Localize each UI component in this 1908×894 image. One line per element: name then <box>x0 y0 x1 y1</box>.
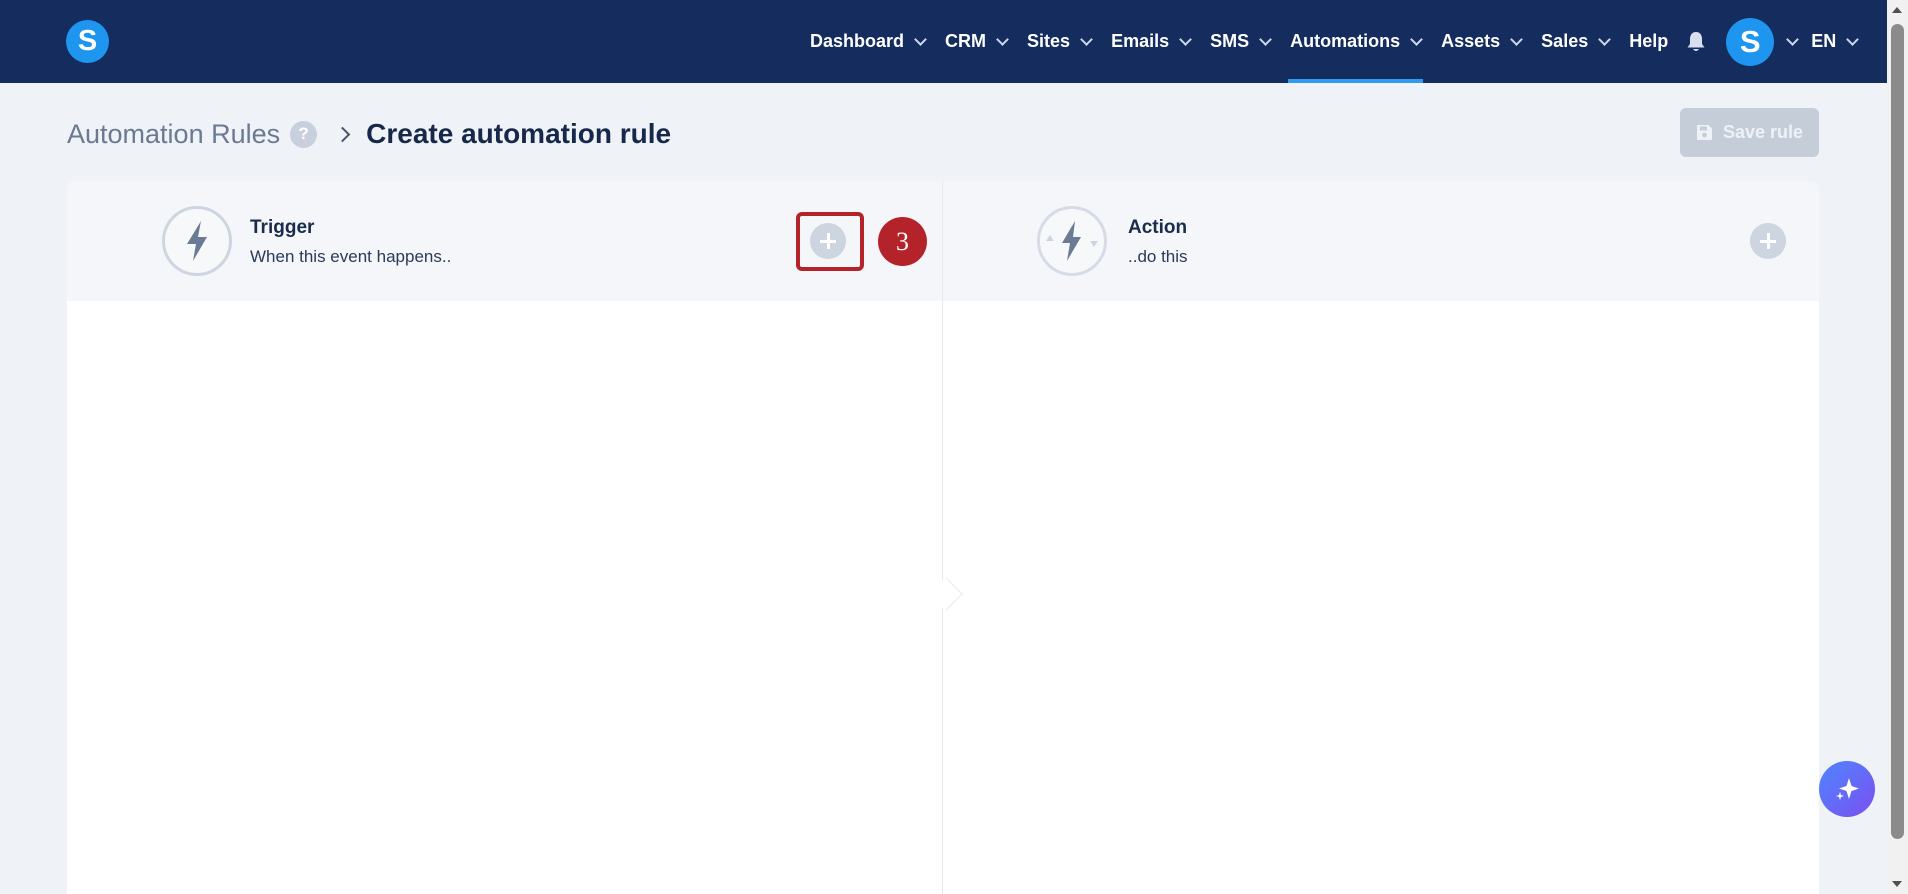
nav-item-label: Assets <box>1441 31 1501 51</box>
action-header: Action ..do this <box>943 181 1819 301</box>
chevron-down-icon <box>1259 32 1272 46</box>
vertical-scrollbar[interactable] <box>1887 0 1908 894</box>
trigger-title: Trigger <box>250 217 315 238</box>
save-rule-label: Save rule <box>1722 122 1804 142</box>
chevron-right-icon <box>334 126 351 142</box>
save-icon <box>1696 125 1712 140</box>
chevron-down-icon <box>1598 32 1612 46</box>
action-panel: Action ..do this <box>943 181 1819 894</box>
scroll-down-arrow-icon[interactable] <box>1892 881 1902 887</box>
nav-item-help[interactable]: Help <box>1619 0 1678 83</box>
chevron-down-icon[interactable] <box>1786 32 1800 46</box>
action-subtitle: ..do this <box>1128 247 1188 266</box>
chevron-down-icon <box>996 32 1009 46</box>
nav-item-label: SMS <box>1210 31 1250 51</box>
step-highlight-box <box>796 212 864 271</box>
action-bolt-cycle-icon <box>1037 206 1107 276</box>
app-logo[interactable]: S <box>66 20 109 63</box>
nav-item-label: Sales <box>1541 31 1589 51</box>
nav-item-crm[interactable]: CRM <box>935 0 1017 83</box>
scrollbar-thumb[interactable] <box>1891 24 1904 839</box>
nav-item-assets[interactable]: Assets <box>1431 0 1531 83</box>
avatar[interactable]: S <box>1726 17 1775 66</box>
breadcrumb: Automation Rules ? Create automation rul… <box>67 114 671 154</box>
nav-item-label: Sites <box>1027 31 1071 51</box>
nav-item-sites[interactable]: Sites <box>1017 0 1101 83</box>
nav-item-label: Help <box>1629 31 1669 51</box>
chevron-down-icon <box>1080 32 1093 46</box>
nav-item-automations[interactable]: Automations <box>1280 0 1431 83</box>
nav-item-sales[interactable]: Sales <box>1531 0 1619 83</box>
chevron-down-icon <box>1510 32 1524 46</box>
trigger-panel: Trigger When this event happens.. <box>67 181 942 894</box>
action-title: Action <box>1128 217 1188 238</box>
chevron-down-icon <box>914 32 927 46</box>
chevron-down-icon <box>1179 32 1192 46</box>
top-nav-bar: S Dashboard CRM Sites Emails SMS Automat… <box>0 0 1887 83</box>
nav-item-sms[interactable]: SMS <box>1200 0 1280 83</box>
bell-icon[interactable] <box>1684 0 1708 83</box>
trigger-bolt-icon <box>162 206 232 276</box>
breadcrumb-parent-link[interactable]: Automation Rules <box>67 119 280 150</box>
nav-item-label: Automations <box>1290 31 1401 51</box>
sparkle-icon <box>1836 778 1859 800</box>
step-number-badge: 3 <box>878 217 927 266</box>
language-selector[interactable]: EN <box>1811 31 1860 52</box>
chevron-down-icon <box>1410 32 1423 46</box>
rule-builder-card: Trigger When this event happens.. Action… <box>67 181 1819 894</box>
nav-item-label: Dashboard <box>810 31 905 51</box>
nav-item-label: CRM <box>945 31 987 51</box>
chevron-down-icon <box>1846 32 1860 46</box>
nav-item-label: Emails <box>1111 31 1170 51</box>
nav-item-emails[interactable]: Emails <box>1101 0 1200 83</box>
help-icon[interactable]: ? <box>290 120 318 148</box>
main-nav: Dashboard CRM Sites Emails SMS Automatio… <box>800 0 1860 83</box>
nav-item-dashboard[interactable]: Dashboard <box>800 0 935 83</box>
trigger-subtitle: When this event happens.. <box>250 247 452 266</box>
scroll-up-arrow-icon[interactable] <box>1892 7 1902 13</box>
add-action-button[interactable] <box>1750 223 1786 259</box>
ai-assistant-button[interactable] <box>1819 761 1875 817</box>
language-label: EN <box>1811 31 1837 51</box>
save-rule-button[interactable]: Save rule <box>1680 108 1819 157</box>
page-title: Create automation rule <box>366 118 672 149</box>
